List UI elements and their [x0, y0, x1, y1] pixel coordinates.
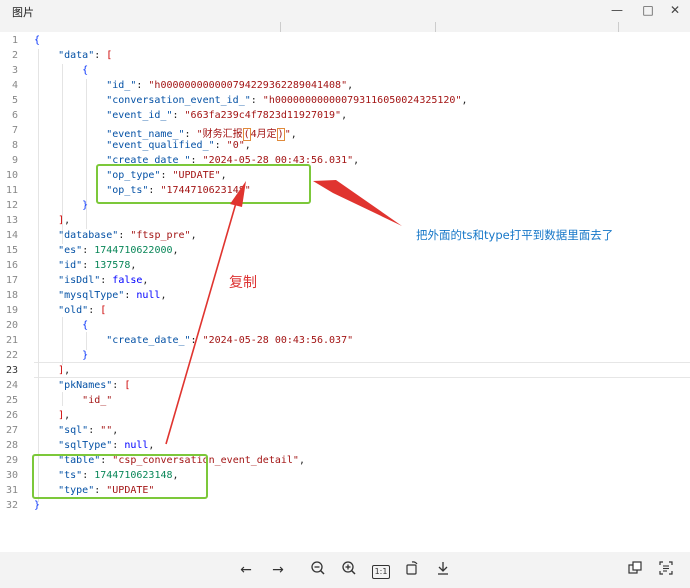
zoom-in-icon[interactable] [339, 560, 359, 580]
arrow-head-copy [230, 181, 246, 207]
download-icon[interactable] [433, 560, 453, 580]
one-to-one-icon[interactable]: 1:1 [371, 560, 391, 580]
ocr-icon[interactable] [656, 560, 676, 580]
prev-arrow-icon[interactable]: ← [236, 560, 256, 580]
note-flatten: 把外面的ts和type打平到数据里面去了 [416, 228, 614, 242]
annotation-arrows [165, 180, 402, 445]
viewer-toolbar: ← → 1:1 [0, 552, 690, 588]
note-copy: 复制 [229, 275, 257, 291]
rotate-icon[interactable] [402, 560, 422, 580]
arrow-wedge-note [313, 180, 402, 226]
next-arrow-icon[interactable]: → [268, 560, 288, 580]
zoom-out-icon[interactable] [308, 560, 328, 580]
copy-image-icon[interactable] [625, 560, 645, 580]
arrow-line-copy [165, 202, 237, 445]
